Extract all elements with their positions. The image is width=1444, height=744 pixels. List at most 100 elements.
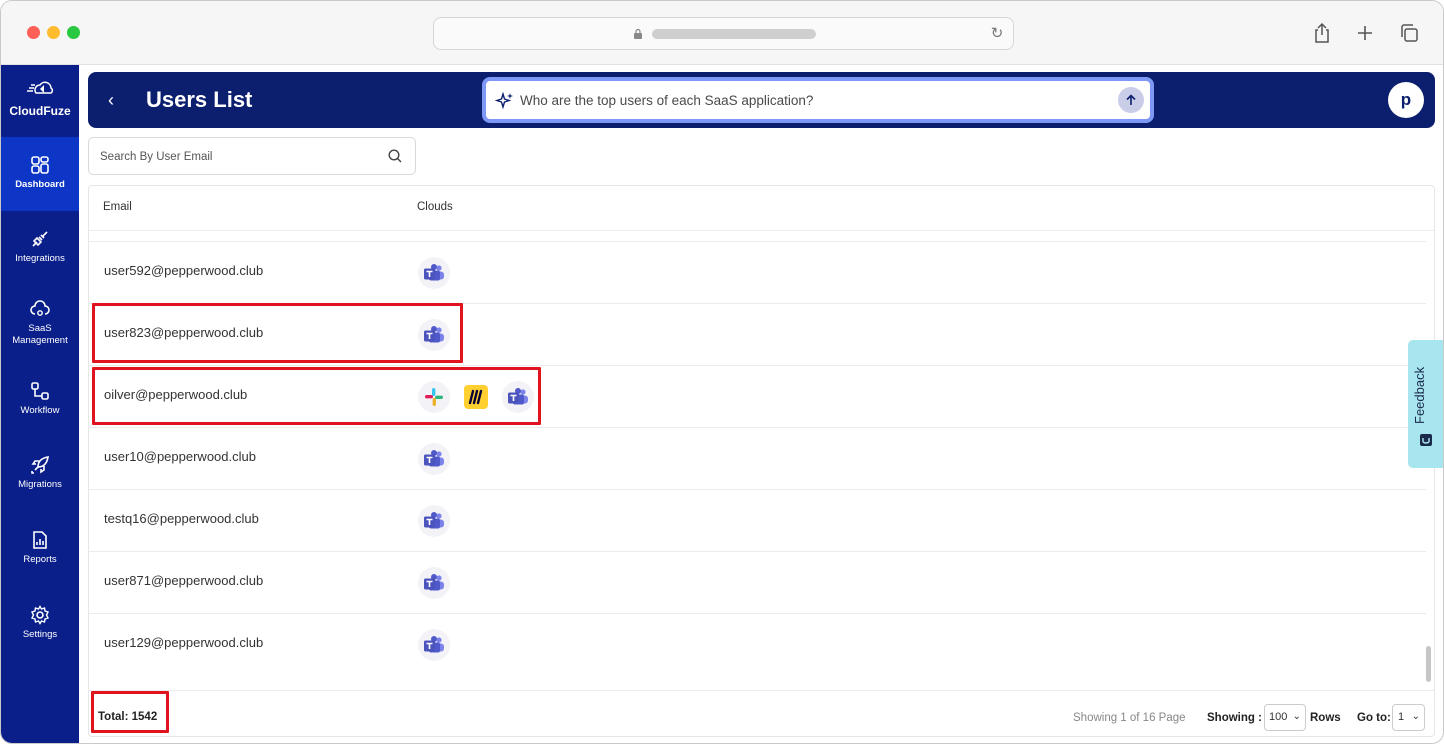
sidebar-item-label: Dashboard [15, 179, 65, 190]
total-count: Total: 1542 [98, 711, 158, 723]
slack-icon [418, 381, 450, 413]
search-input[interactable] [100, 148, 370, 166]
column-header-email[interactable]: Email [103, 201, 132, 213]
row-clouds [418, 319, 450, 351]
browser-window: ↻ CloudFuze Dashboard Integrations SaaS … [0, 0, 1444, 744]
app-name: CloudFuze [9, 104, 71, 118]
goto-label: Go to: [1357, 712, 1391, 724]
back-chevron-icon[interactable]: ‹ [108, 88, 114, 112]
page-title: Users List [146, 87, 253, 112]
sidebar-item-label: SaaS [28, 323, 52, 334]
share-icon[interactable] [1309, 20, 1335, 46]
table-row[interactable]: user823@pepperwood.club [89, 303, 1426, 365]
rows-label: Rows [1310, 712, 1341, 724]
maximize-window-button[interactable] [67, 26, 80, 39]
plug-icon [32, 231, 48, 247]
chevron-down-icon: ⌄ [1411, 711, 1420, 722]
sidebar-item-settings[interactable]: Settings [1, 605, 79, 641]
sidebar-item-workflow[interactable]: Workflow [1, 381, 79, 417]
row-clouds [418, 629, 450, 661]
teams-icon [418, 319, 450, 351]
table-footer: Total: 1542 Showing 1 of 16 Page Showing… [89, 690, 1434, 736]
row-email: testq16@pepperwood.club [104, 511, 259, 526]
row-clouds [418, 567, 450, 599]
users-table: Email Clouds user592@pepperwood.club use… [88, 185, 1435, 737]
tabs-overview-icon[interactable] [1396, 20, 1422, 46]
row-email: user129@pepperwood.club [104, 635, 264, 650]
table-header: Email Clouds [89, 186, 1434, 231]
table-row[interactable]: oilver@pepperwood.club [89, 365, 1426, 427]
sidebar-item-label: Workflow [20, 405, 60, 416]
sidebar-item-label: Migrations [18, 479, 62, 490]
user-email-search[interactable] [88, 137, 416, 175]
new-tab-icon[interactable] [1352, 20, 1378, 46]
goto-page-select[interactable]: 1 ⌄ [1392, 704, 1425, 731]
teams-icon [418, 443, 450, 475]
rows-per-page-value: 100 [1269, 711, 1288, 723]
teams-icon [418, 257, 450, 289]
row-email: user592@pepperwood.club [104, 263, 264, 278]
sidebar: CloudFuze Dashboard Integrations SaaS Ma… [1, 65, 79, 743]
minimize-window-button[interactable] [47, 26, 60, 39]
page-header: ‹ Users List p [88, 72, 1435, 128]
sidebar-item-label: Settings [22, 629, 58, 640]
row-email: user10@pepperwood.club [104, 449, 256, 464]
sidebar-item-saas-management[interactable]: SaaS Management [1, 299, 79, 347]
row-email: oilver@pepperwood.club [104, 387, 248, 402]
address-bar[interactable]: ↻ [433, 17, 1014, 50]
feedback-label: Feedback [1412, 366, 1427, 424]
page-indicator: Showing 1 of 16 Page [1073, 712, 1186, 724]
column-header-clouds: Clouds [417, 201, 453, 213]
teams-icon [418, 629, 450, 661]
row-clouds [418, 443, 450, 475]
sidebar-item-reports[interactable]: Reports [1, 530, 79, 566]
feedback-tab[interactable]: Feedback [1408, 340, 1443, 468]
search-icon[interactable] [387, 148, 403, 164]
ai-search-box[interactable] [482, 77, 1154, 123]
teams-icon [418, 567, 450, 599]
miro-icon [460, 381, 492, 413]
sidebar-item-integrations[interactable]: Integrations [1, 229, 79, 265]
cloudfuze-logo[interactable]: CloudFuze [1, 79, 79, 118]
table-row[interactable]: user129@pepperwood.club [89, 613, 1426, 675]
teams-icon [418, 505, 450, 537]
rows-per-page-label: Showing : [1207, 712, 1262, 724]
cloudfuze-logo-icon [27, 81, 54, 94]
table-row[interactable]: user592@pepperwood.club [89, 241, 1426, 303]
rocket-icon [31, 456, 49, 474]
sidebar-item-label: Reports [23, 554, 57, 565]
teams-icon [502, 381, 534, 413]
rows-per-page-select[interactable]: 100 ⌄ [1264, 704, 1306, 731]
workflow-icon [31, 382, 49, 400]
sidebar-item-migrations[interactable]: Migrations [1, 455, 79, 491]
row-clouds [418, 505, 450, 537]
table-row[interactable]: user871@pepperwood.club [89, 551, 1426, 613]
avatar[interactable]: p [1388, 82, 1424, 118]
table-row[interactable]: user10@pepperwood.club [89, 427, 1426, 489]
arrow-up-icon [1126, 94, 1136, 105]
sidebar-item-dashboard[interactable]: Dashboard [1, 137, 79, 211]
feedback-icon [1420, 434, 1432, 446]
goto-page-value: 1 [1398, 711, 1405, 723]
sidebar-item-label-line2: Management [12, 335, 68, 346]
lock-icon [634, 29, 642, 39]
row-clouds [418, 381, 534, 413]
sidebar-item-label: Integrations [15, 253, 65, 264]
table-row[interactable]: testq16@pepperwood.club [89, 489, 1426, 551]
sparkle-icon [495, 91, 513, 110]
chevron-down-icon: ⌄ [1292, 711, 1301, 722]
url-text-redacted [652, 29, 816, 39]
cloud-gear-icon [30, 300, 50, 316]
row-email: user871@pepperwood.club [104, 573, 264, 588]
close-window-button[interactable] [27, 26, 40, 39]
send-button[interactable] [1118, 87, 1144, 113]
browser-toolbar: ↻ [1, 1, 1443, 65]
row-email: user823@pepperwood.club [104, 325, 264, 340]
reload-icon[interactable]: ↻ [987, 24, 1007, 44]
dashboard-icon [31, 156, 49, 174]
gear-icon [31, 605, 49, 625]
report-icon [33, 531, 47, 549]
table-scrollbar[interactable] [1426, 646, 1431, 682]
ai-query-input[interactable] [520, 89, 1080, 111]
row-clouds [418, 257, 450, 289]
